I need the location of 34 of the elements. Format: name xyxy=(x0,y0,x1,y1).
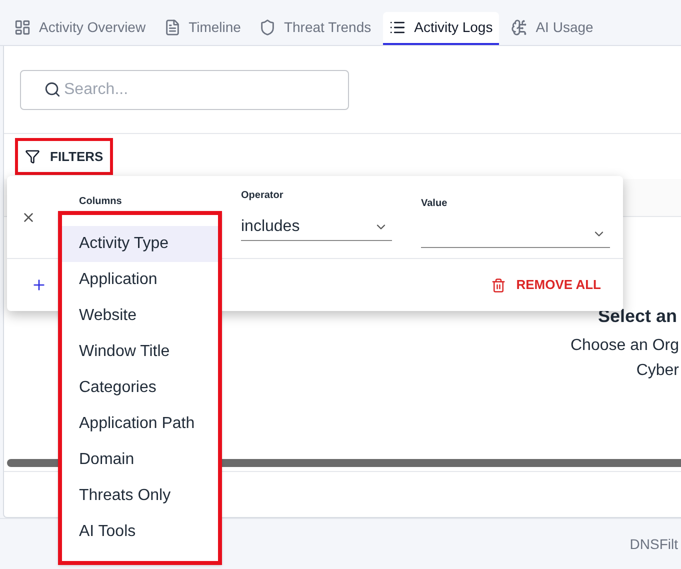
menu-item[interactable]: Website xyxy=(62,298,218,334)
empty-message: Cyber xyxy=(636,361,679,381)
operator-select[interactable]: includes xyxy=(241,213,392,241)
menu-item[interactable]: Domain xyxy=(62,442,218,478)
tab[interactable]: AI Usage xyxy=(504,12,600,45)
columns-label: Columns xyxy=(79,196,122,207)
list-icon xyxy=(389,19,406,36)
menu-item[interactable]: Activity Type xyxy=(62,226,218,262)
remove-all-button[interactable]: REMOVE ALL xyxy=(491,275,601,295)
value-label: Value xyxy=(421,197,448,211)
tab[interactable]: Timeline xyxy=(158,12,247,45)
tab[interactable]: Activity Overview xyxy=(8,12,152,45)
menu-item[interactable]: Categories xyxy=(62,370,218,406)
filter-icon xyxy=(25,149,40,164)
tab[interactable]: Activity Logs xyxy=(383,12,499,45)
search-icon xyxy=(44,80,61,98)
operator-label: Operator xyxy=(241,189,284,203)
tab[interactable]: Threat Trends xyxy=(252,12,378,45)
menu-item[interactable]: AI Tools xyxy=(62,514,218,550)
empty-title: Select an xyxy=(598,305,677,328)
dashboard-icon xyxy=(14,19,31,36)
empty-message: Choose an Org xyxy=(570,336,679,356)
menu-item[interactable]: Window Title xyxy=(62,334,218,370)
plus-icon xyxy=(31,277,47,293)
menu-item[interactable]: Application Path xyxy=(62,406,218,442)
trash-icon xyxy=(491,278,506,292)
filters-button[interactable]: FILTERS xyxy=(15,138,114,175)
menu-item[interactable]: Application xyxy=(62,262,218,298)
search-field[interactable]: Search... xyxy=(20,70,349,110)
menu-item[interactable]: Threats Only xyxy=(62,478,218,514)
footer-brand: DNSFilt xyxy=(630,534,678,554)
brain-icon xyxy=(510,19,528,36)
shield-icon xyxy=(258,19,276,36)
document-icon xyxy=(164,19,181,36)
